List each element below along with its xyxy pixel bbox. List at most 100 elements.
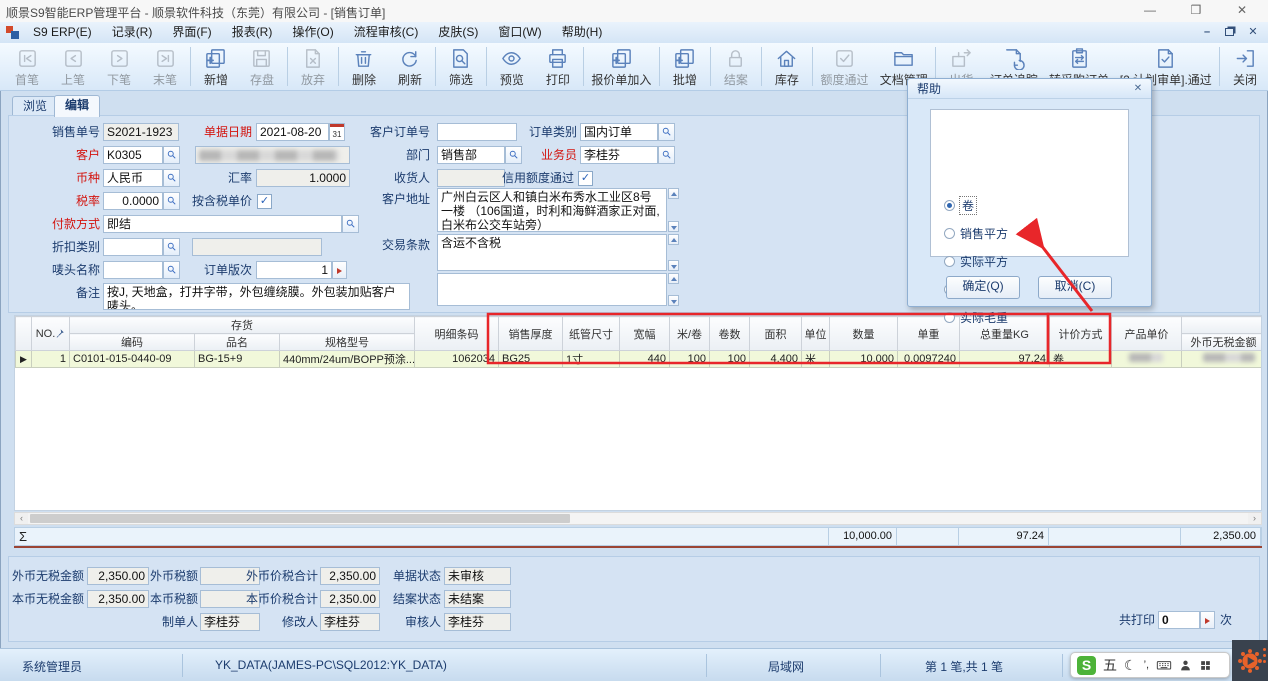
trade-terms-field[interactable]: 含运不含税	[437, 234, 667, 271]
tax-rate-lookup-button[interactable]	[163, 192, 180, 210]
help-dialog-titlebar[interactable]: 帮助	[908, 79, 1151, 99]
radio-option-actual-sqm[interactable]: 实际平方	[944, 253, 1008, 270]
col-detail-barcode[interactable]: 明细条码	[415, 317, 499, 351]
tax-rate-field[interactable]: 0.0000	[103, 192, 163, 210]
col-rolls[interactable]: 卷数	[710, 317, 750, 351]
radio-option-sales-sqm[interactable]: 销售平方	[944, 225, 1008, 242]
menu-record[interactable]: 记录(R)	[102, 22, 163, 43]
grid-hscrollbar[interactable]: ‹ ›	[14, 512, 1262, 525]
col-foreign-amount[interactable]: 外币无税金额	[1182, 334, 1263, 351]
ime-toolbar[interactable]: S 五 ☾ ’,	[1070, 652, 1230, 678]
customer-field[interactable]: K0305	[103, 146, 163, 164]
table-row[interactable]: ▶ 1 C0101-015-0440-09 BG-15+9 440mm/24um…	[16, 351, 1263, 368]
col-quantity[interactable]: 数量	[830, 317, 898, 351]
credit-pass-checkbox[interactable]: ✓	[578, 171, 593, 186]
inventory-button[interactable]: 库存	[764, 43, 810, 90]
col-product-name[interactable]: 品名	[195, 334, 280, 351]
address-scrollbar[interactable]	[668, 188, 679, 232]
scroll-left-icon[interactable]: ‹	[15, 513, 28, 524]
punctuation-icon[interactable]: ’,	[1144, 656, 1150, 675]
filter-button[interactable]: 筛选	[438, 43, 484, 90]
customer-order-field[interactable]	[437, 123, 517, 141]
cell-unit[interactable]: 米	[802, 351, 830, 368]
cell-meters-per-roll[interactable]: 100	[670, 351, 710, 368]
close-button[interactable]: ✕	[1220, 0, 1264, 22]
col-width[interactable]: 宽幅	[620, 317, 670, 351]
menu-workflow[interactable]: 流程审核(C)	[344, 22, 429, 43]
cell-area[interactable]: 4,400	[750, 351, 802, 368]
recorder-tray-tile[interactable]	[1232, 640, 1268, 681]
order-type-lookup-button[interactable]	[658, 123, 675, 141]
col-pricing-method[interactable]: 计价方式	[1050, 317, 1112, 351]
cancel-button[interactable]: 取消(C)	[1038, 276, 1112, 299]
col-code[interactable]: 编码	[70, 334, 195, 351]
tab-edit[interactable]: 编辑	[54, 95, 100, 117]
department-field[interactable]: 销售部	[437, 146, 505, 164]
cell-core-size[interactable]: 1寸	[563, 351, 620, 368]
col-product-price[interactable]: 产品单价	[1112, 317, 1182, 351]
remark-field[interactable]: 按J, 天地盒，打井字带，外包缠绕膜。外包装加贴客户唛头。	[103, 283, 410, 310]
tax-incl-checkbox[interactable]: ✓	[257, 194, 272, 209]
cell-foreign-amount[interactable]	[1182, 351, 1263, 368]
help-dialog-close-icon[interactable]: ✕	[1131, 82, 1145, 96]
col-unit[interactable]: 单位	[802, 317, 830, 351]
menu-report[interactable]: 报表(R)	[222, 22, 283, 43]
keyboard-icon[interactable]	[1156, 657, 1172, 673]
col-spec[interactable]: 规格型号	[280, 334, 415, 351]
grid-menu-icon[interactable]	[1199, 659, 1212, 672]
cell-pricing-method[interactable]: 卷	[1050, 351, 1112, 368]
cell-code[interactable]: C0101-015-0440-09	[70, 351, 195, 368]
tab-browse[interactable]: 浏览	[12, 96, 58, 116]
cell-total-weight[interactable]: 97.24	[960, 351, 1050, 368]
salesman-lookup-button[interactable]	[658, 146, 675, 164]
cell-unit-weight[interactable]: 0.0097240	[898, 351, 960, 368]
cell-no[interactable]: 1	[32, 351, 70, 368]
ime-mode-label[interactable]: 五	[1103, 656, 1117, 675]
customer-address-field[interactable]: 广州白云区人和镇白米布秀水工业区8号一楼 （106国道，时利和海鲜酒家正对面, …	[437, 188, 667, 232]
order-version-spinner[interactable]	[332, 261, 347, 279]
mdi-restore-button[interactable]	[1220, 25, 1238, 40]
radio-option-roll[interactable]: 卷	[944, 197, 976, 214]
sales-no-field[interactable]: S2021-1923	[103, 123, 179, 141]
cell-product-name[interactable]: BG-15+9	[195, 351, 280, 368]
cell-rolls[interactable]: 100	[710, 351, 750, 368]
hscroll-thumb[interactable]	[30, 514, 570, 523]
col-thickness[interactable]: 销售厚度	[499, 317, 563, 351]
menu-operation[interactable]: 操作(O)	[282, 22, 343, 43]
preview-button[interactable]: 预览	[489, 43, 535, 90]
cell-spec[interactable]: 440mm/24um/BOPP预涂...	[280, 351, 415, 368]
cell-quantity[interactable]: 10,000	[830, 351, 898, 368]
mdi-minimize-button[interactable]: –	[1198, 25, 1216, 40]
terms-scrollbar[interactable]	[668, 234, 679, 271]
radio-option-gross-weight[interactable]: 实际毛重	[944, 309, 1008, 326]
ok-button[interactable]: 确定(Q)	[946, 276, 1020, 299]
cell-thickness[interactable]: BG25	[499, 351, 563, 368]
new-button[interactable]: 新增	[193, 43, 239, 90]
quote-add-button[interactable]: 报价单加入	[586, 43, 657, 90]
minimize-button[interactable]: —	[1128, 0, 1172, 22]
scroll-right-icon[interactable]: ›	[1248, 513, 1261, 524]
col-meters-per-roll[interactable]: 米/卷	[670, 317, 710, 351]
extra-notes-field[interactable]	[437, 273, 667, 306]
col-area[interactable]: 面积	[750, 317, 802, 351]
menu-skin[interactable]: 皮肤(S)	[428, 22, 488, 43]
menu-window[interactable]: 窗口(W)	[488, 22, 551, 43]
order-version-field[interactable]: 1	[256, 261, 332, 279]
col-no[interactable]: NO.	[32, 317, 70, 351]
discount-type-field[interactable]	[103, 238, 163, 256]
extra-notes-scrollbar[interactable]	[668, 273, 679, 306]
person-icon[interactable]	[1179, 659, 1192, 672]
col-group-inventory[interactable]: 存货	[70, 317, 415, 334]
close-form-button[interactable]: 关闭	[1222, 43, 1268, 90]
menu-help[interactable]: 帮助(H)	[552, 22, 613, 43]
menu-interface[interactable]: 界面(F)	[162, 22, 221, 43]
calendar-icon[interactable]: 31	[329, 123, 345, 141]
ime-logo-icon[interactable]: S	[1077, 656, 1096, 675]
doc-date-field[interactable]: 2021-08-20	[256, 123, 329, 141]
mdi-close-button[interactable]: ✕	[1244, 25, 1262, 40]
salesman-field[interactable]: 李桂芬	[580, 146, 658, 164]
col-core-size[interactable]: 纸管尺寸	[563, 317, 620, 351]
cell-product-price[interactable]	[1112, 351, 1182, 368]
payment-field[interactable]: 即结	[103, 215, 342, 233]
delete-button[interactable]: 删除	[341, 43, 387, 90]
